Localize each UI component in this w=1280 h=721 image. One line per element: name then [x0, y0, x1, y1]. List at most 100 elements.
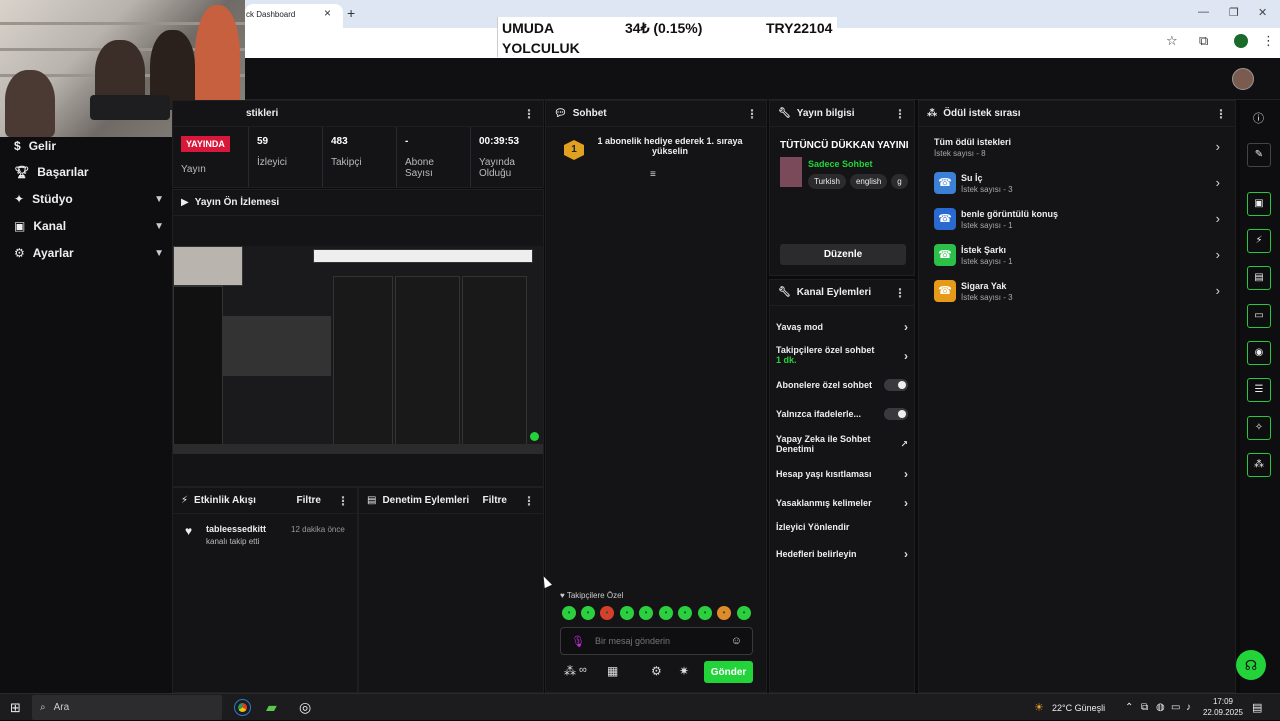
event-user: tableessedkitt	[206, 524, 267, 534]
emote-icon[interactable]: •	[659, 606, 673, 620]
chevron-up-icon[interactable]: ⌃	[1125, 694, 1133, 721]
avatar[interactable]	[1232, 68, 1254, 90]
chrome-icon[interactable]	[232, 694, 252, 721]
emote-icon[interactable]: •	[600, 606, 614, 620]
taskbar-search[interactable]: ⌕ Ara	[32, 695, 222, 720]
reward-item[interactable]: ☎ benle görüntülü konuş İstek sayısı - 1…	[934, 208, 1224, 234]
emotes-only-toggle[interactable]	[884, 408, 908, 420]
sidebar-item-gelir[interactable]: $ Gelir	[14, 138, 164, 154]
preview-icon: ▶	[181, 197, 189, 208]
rewards-icon[interactable]: ⁂	[1247, 453, 1271, 477]
all-rewards-item[interactable]: Tüm ödül istekleri İstek sayısı - 8 ›	[934, 136, 1224, 162]
chevron-down-icon: ▼	[154, 193, 164, 205]
microphone-icon[interactable]: 🎙︎	[571, 635, 585, 648]
menu-kebab-icon[interactable]: ⋮	[1262, 33, 1275, 49]
chevron-right-icon: ›	[904, 349, 908, 363]
wrench-icon: 🔧︎	[778, 287, 791, 298]
tag[interactable]: Turkish	[808, 174, 846, 189]
minecraft-icon[interactable]: ▰	[266, 694, 277, 721]
more-options-icon[interactable]: ⋮	[337, 494, 349, 508]
reward-item[interactable]: ☎ Su İç İstek sayısı - 3 ›	[934, 172, 1224, 198]
sidebar-item-kanal[interactable]: ▣ Kanal ▼	[14, 218, 164, 234]
emote-icon[interactable]: •	[562, 606, 576, 620]
emote-icon[interactable]: •	[737, 606, 751, 620]
activity-filter-button[interactable]: Filtre	[297, 495, 321, 506]
goals-item[interactable]: Hedefleri belirleyin ›	[776, 547, 908, 561]
more-options-icon[interactable]: ⋮	[523, 107, 535, 121]
emote-icon[interactable]: •	[698, 606, 712, 620]
close-window-button[interactable]: ✕	[1258, 6, 1267, 19]
info-icon[interactable]: ⓘ	[1253, 110, 1264, 126]
clock[interactable]: 17:09 22.09.2025	[1200, 696, 1246, 718]
tray-icon[interactable]: ◍	[1156, 694, 1165, 721]
chat-input-box[interactable]: 🎙︎ ☺	[560, 627, 753, 655]
emote-icon[interactable]: •	[678, 606, 692, 620]
slow-mode-item[interactable]: Yavaş mod ›	[776, 320, 908, 334]
tag[interactable]: english	[849, 174, 888, 189]
ai-moderation-item[interactable]: Yapay Zeka ile Sohbet Denetimi ↗	[776, 434, 908, 454]
edit-button[interactable]: Düzenle	[780, 244, 906, 265]
collapse-icon[interactable]: ≡	[650, 169, 656, 180]
more-options-icon[interactable]: ⋮	[523, 494, 535, 508]
broadcast-icon[interactable]: ◉	[1247, 341, 1271, 365]
notification-icon[interactable]: ▤	[1252, 694, 1262, 721]
new-tab-button[interactable]: +	[347, 6, 355, 20]
emote-icon[interactable]: •	[639, 606, 653, 620]
tag[interactable]: g	[891, 174, 908, 189]
reward-item[interactable]: ☎ İstek Şarkı İstek sayısı - 1 ›	[934, 244, 1224, 270]
moderation-filter-button[interactable]: Filtre	[483, 495, 507, 506]
sidebar-item-studyo[interactable]: ✦ Stüdyo ▼	[14, 191, 164, 207]
camera-icon[interactable]: ▣	[1247, 192, 1271, 216]
weather-text[interactable]: 22°C Güneşli	[1052, 694, 1105, 721]
banned-words-item[interactable]: Yasaklanmış kelimeler ›	[776, 496, 908, 510]
network-icon[interactable]: ▭	[1171, 694, 1180, 721]
volume-icon[interactable]: ♪	[1186, 694, 1191, 721]
points-icon[interactable]: ⁂	[564, 664, 576, 678]
stream-preview[interactable]	[173, 246, 543, 454]
sidebar-item-basarilar[interactable]: 🏆︎ Başarılar	[14, 164, 164, 180]
emote-icon[interactable]: •	[717, 606, 731, 620]
category-label[interactable]: Sadece Sohbet	[808, 159, 873, 169]
chat-input[interactable]	[594, 636, 721, 646]
more-options-icon[interactable]: ⋮	[894, 286, 906, 300]
stream-title: TÜTÜNCÜ DÜKKAN YAYINI	[780, 140, 909, 151]
pencil-icon[interactable]: ✎	[1247, 143, 1271, 167]
age-restriction-item[interactable]: Hesap yaşı kısıtlaması ›	[776, 467, 908, 481]
chevron-right-icon: ›	[904, 547, 908, 561]
channel-actions-panel: 🔧︎ Kanal Eylemleri ⋮	[769, 279, 915, 693]
send-button[interactable]: Gönder	[704, 661, 753, 683]
document-icon[interactable]: ▤	[1247, 266, 1271, 290]
more-options-icon[interactable]: ⋮	[1215, 107, 1227, 121]
more-options-icon[interactable]: ⋮	[894, 107, 906, 121]
reward-item[interactable]: ☎ Sigara Yak İstek sayısı - 3 ›	[934, 280, 1224, 306]
extensions-icon[interactable]: ⧉	[1199, 33, 1208, 49]
redirect-item[interactable]: İzleyici Yönlendir	[776, 522, 908, 532]
emote-icon[interactable]: •	[581, 606, 595, 620]
puzzle-icon[interactable]: ✷	[679, 664, 689, 678]
chat-icon[interactable]: ▭	[1247, 304, 1271, 328]
more-options-icon[interactable]: ⋮	[746, 107, 758, 121]
money-icon: $	[14, 139, 21, 153]
tab-close-icon[interactable]: ×	[324, 7, 331, 19]
maximize-button[interactable]: ❐	[1229, 6, 1239, 19]
support-icon[interactable]: ☊	[1236, 650, 1266, 680]
profile-icon[interactable]	[1234, 34, 1248, 48]
subs-chat-toggle[interactable]	[884, 379, 908, 391]
reward-icon: ☎	[934, 280, 956, 302]
minimize-button[interactable]: —	[1198, 6, 1209, 18]
tray-icon[interactable]: ⧉	[1141, 694, 1148, 721]
list-icon[interactable]: ☰	[1247, 378, 1271, 402]
gear-icon[interactable]: ⚙	[651, 664, 662, 678]
wrench-icon[interactable]: ✧	[1247, 416, 1271, 440]
windows-start-icon[interactable]: ⊞	[10, 694, 21, 721]
search-icon: ⌕	[40, 702, 46, 713]
obs-icon[interactable]: ◎	[299, 694, 311, 721]
bookmark-star-icon[interactable]: ☆	[1166, 33, 1178, 49]
sidebar-item-ayarlar[interactable]: ⚙ Ayarlar ▼	[14, 245, 164, 261]
emote-icon[interactable]: •	[620, 606, 634, 620]
followers-chat-value: 1 dk.	[776, 355, 797, 365]
followers-chat-item[interactable]: Takipçilere özel sohbet 1 dk. ›	[776, 345, 908, 365]
emoji-icon[interactable]: ☺	[731, 635, 742, 647]
shop-icon[interactable]: ▦	[607, 664, 618, 678]
lightning-icon[interactable]: ⚡	[1247, 229, 1271, 253]
